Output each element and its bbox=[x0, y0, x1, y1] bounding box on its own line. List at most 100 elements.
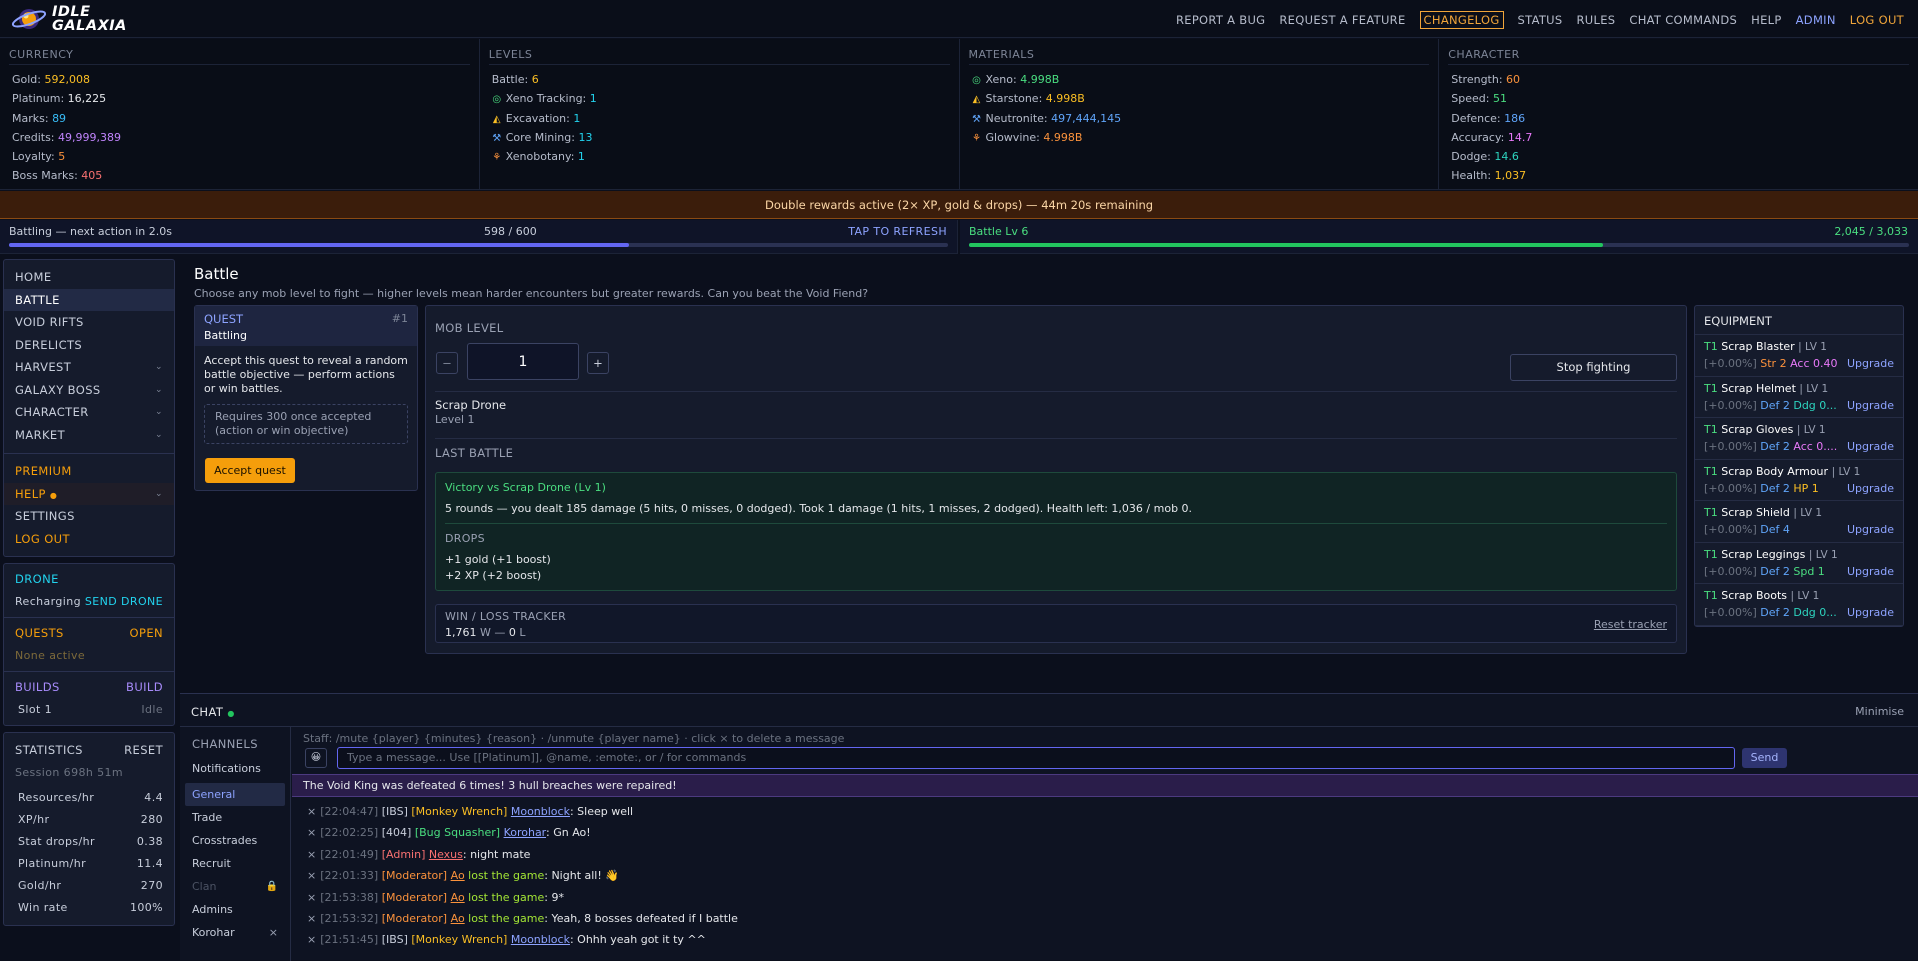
mob-level-input[interactable]: 1 bbox=[467, 343, 579, 380]
accept-quest-button[interactable]: Accept quest bbox=[205, 458, 295, 483]
close-channel-icon[interactable]: × bbox=[269, 921, 278, 944]
equipment-tier: T1 bbox=[1704, 381, 1718, 395]
menu-battle[interactable]: BATTLE bbox=[4, 288, 174, 311]
equipment-name-row: T1 Scrap Gloves | LV 1 bbox=[1704, 421, 1894, 438]
menu-premium[interactable]: PREMIUM bbox=[4, 460, 174, 483]
send-button[interactable]: Send bbox=[1742, 748, 1787, 768]
equipment-item[interactable]: T1 Scrap Body Armour | LV 1 [+0.00%] Def … bbox=[1695, 460, 1903, 501]
username-link[interactable]: Moonblock bbox=[511, 805, 570, 818]
menu-home[interactable]: HOME bbox=[4, 266, 174, 289]
reset-stats-button[interactable]: RESET bbox=[124, 739, 163, 762]
menu-settings[interactable]: SETTINGS bbox=[4, 505, 174, 528]
delete-message-icon[interactable]: × bbox=[307, 805, 316, 818]
menu-logout[interactable]: LOG OUT bbox=[4, 528, 174, 551]
equipment-tier: T1 bbox=[1704, 340, 1718, 353]
channel-admins[interactable]: Admins bbox=[185, 898, 285, 921]
minimise-button[interactable]: Minimise bbox=[1855, 705, 1904, 718]
username-link[interactable]: Moonblock bbox=[511, 933, 570, 946]
upgrade-button[interactable]: Upgrade bbox=[1843, 355, 1894, 372]
delete-message-icon[interactable]: × bbox=[307, 933, 316, 946]
staff-hint: Staff: /mute {player} {minutes} {reason}… bbox=[303, 732, 845, 745]
upgrade-button[interactable]: Upgrade bbox=[1843, 604, 1894, 621]
delete-message-icon[interactable]: × bbox=[307, 826, 316, 839]
send-drone-button[interactable]: SEND DRONE bbox=[85, 591, 163, 614]
channel-korohar[interactable]: Korohar × bbox=[185, 921, 285, 944]
menu-premium-label: PREMIUM bbox=[15, 464, 72, 478]
menu-derelicts[interactable]: DERELICTS bbox=[4, 334, 174, 357]
channel-trade[interactable]: Trade bbox=[185, 806, 285, 829]
decrease-level-button[interactable]: − bbox=[436, 352, 458, 374]
menu-market[interactable]: MARKET ⌄ bbox=[4, 424, 174, 447]
upgrade-button[interactable]: Upgrade bbox=[1843, 396, 1894, 414]
nav-status[interactable]: STATUS bbox=[1518, 13, 1563, 27]
delete-message-icon[interactable]: × bbox=[307, 848, 316, 861]
delete-message-icon[interactable]: × bbox=[307, 869, 316, 882]
username-link[interactable]: Ao bbox=[451, 891, 465, 904]
equipment-item[interactable]: T1 Scrap Shield | LV 1 [+0.00%] Def 4 Upgr… bbox=[1695, 501, 1903, 543]
nav-changelog[interactable]: CHANGELOG bbox=[1419, 11, 1504, 29]
nav-report-bug[interactable]: REPORT A BUG bbox=[1176, 13, 1265, 27]
menu-galaxy-boss[interactable]: GALAXY BOSS ⌄ bbox=[4, 379, 174, 402]
equipment-item[interactable]: T1 Scrap Blaster | LV 1 [+0.00%] Str 2 Ac… bbox=[1695, 335, 1903, 377]
upgrade-button[interactable]: Upgrade bbox=[1843, 438, 1894, 455]
reset-tracker-link[interactable]: Reset tracker bbox=[1594, 618, 1667, 631]
equipment-name-row: T1 Scrap Shield | LV 1 bbox=[1704, 504, 1894, 521]
upgrade-button[interactable]: Upgrade bbox=[1843, 479, 1894, 497]
channel-general[interactable]: General bbox=[185, 783, 285, 806]
nav-rules[interactable]: RULES bbox=[1576, 13, 1615, 27]
channel-clan[interactable]: Clan 🔒 bbox=[185, 875, 285, 898]
username-link[interactable]: Nexus bbox=[429, 848, 463, 861]
win-suffix: W bbox=[480, 626, 491, 639]
menu-void-rifts[interactable]: VOID RIFTS bbox=[4, 311, 174, 334]
levels-label: Xenobotany: bbox=[505, 150, 575, 164]
delete-message-icon[interactable]: × bbox=[307, 891, 316, 904]
equipment-stat: Def 2 bbox=[1760, 398, 1790, 412]
menu-character[interactable]: CHARACTER ⌄ bbox=[4, 401, 174, 424]
menu-help[interactable]: HELP ● ⌄ bbox=[4, 482, 174, 505]
character-value: 1,037 bbox=[1494, 169, 1527, 183]
statistic-label: Win rate bbox=[18, 901, 68, 914]
equipment-panel: EQUIPMENT T1 Scrap Blaster | LV 1 [+0.00%… bbox=[1694, 305, 1904, 627]
build-button[interactable]: BUILD bbox=[126, 676, 163, 699]
emoji-picker-button[interactable]: 😀 bbox=[305, 748, 327, 768]
chat-message: × [22:01:33] [Moderator] Ao lost the game… bbox=[307, 865, 1907, 886]
menu-divider bbox=[4, 453, 174, 454]
drone-row: Recharging SEND DRONE bbox=[4, 591, 174, 614]
increase-level-button[interactable]: + bbox=[587, 352, 609, 374]
currency-label: Gold: bbox=[12, 73, 41, 86]
username-link[interactable]: Korohar bbox=[504, 826, 546, 839]
nav-logout[interactable]: LOG OUT bbox=[1850, 13, 1904, 27]
clan-tag: [404] bbox=[381, 826, 412, 840]
build-slot[interactable]: Slot 1 Idle bbox=[4, 699, 174, 722]
open-quests-button[interactable]: OPEN bbox=[130, 622, 163, 645]
user-title: lost the game bbox=[464, 869, 545, 883]
delete-message-icon[interactable]: × bbox=[307, 912, 316, 925]
chat-message-input[interactable]: Type a message... Use [[Platinum]], @nam… bbox=[337, 747, 1735, 769]
chat-title: CHAT ● bbox=[191, 705, 235, 719]
username-link[interactable]: Ao bbox=[451, 912, 465, 925]
channel-crosstrades[interactable]: Crosstrades bbox=[185, 829, 285, 852]
menu-harvest[interactable]: HARVEST ⌄ bbox=[4, 356, 174, 379]
divider bbox=[435, 391, 1677, 392]
menu-market-label: MARKET bbox=[15, 427, 66, 442]
channel-notifications[interactable]: Notifications bbox=[185, 757, 285, 780]
nav-help[interactable]: HELP bbox=[1751, 13, 1781, 27]
character-value: 186 bbox=[1504, 111, 1526, 125]
upgrade-button[interactable]: Upgrade bbox=[1843, 521, 1894, 538]
nav-chat-commands[interactable]: CHAT COMMANDS bbox=[1629, 13, 1737, 27]
tap-to-refresh[interactable]: TAP TO REFRESH bbox=[848, 225, 947, 238]
action-progress[interactable]: Battling — next action in 2.0s 598 / 600… bbox=[0, 220, 958, 254]
equipment-percent: [+0.00%] bbox=[1704, 440, 1757, 453]
nav-admin[interactable]: ADMIN bbox=[1796, 13, 1836, 27]
channel-recruit[interactable]: Recruit bbox=[185, 852, 285, 875]
stop-fighting-button[interactable]: Stop fighting bbox=[1510, 354, 1677, 381]
username-link[interactable]: Ao bbox=[451, 869, 465, 882]
equipment-item[interactable]: T1 Scrap Helmet | LV 1 [+0.00%] Def 2 Ddg… bbox=[1695, 377, 1903, 418]
upgrade-button[interactable]: Upgrade bbox=[1843, 562, 1894, 580]
equipment-item[interactable]: T1 Scrap Leggings | LV 1 [+0.00%] Def 2 S… bbox=[1695, 543, 1903, 584]
equipment-item[interactable]: T1 Scrap Gloves | LV 1 [+0.00%] Def 2 Acc… bbox=[1695, 418, 1903, 460]
equipment-item[interactable]: T1 Scrap Boots | LV 1 [+0.00%] Def 2 Ddg … bbox=[1695, 584, 1903, 626]
logo[interactable]: IDLE GALAXIA bbox=[10, 3, 127, 35]
nav-request-feature[interactable]: REQUEST A FEATURE bbox=[1279, 13, 1405, 27]
tracker-separator: — bbox=[494, 626, 506, 639]
